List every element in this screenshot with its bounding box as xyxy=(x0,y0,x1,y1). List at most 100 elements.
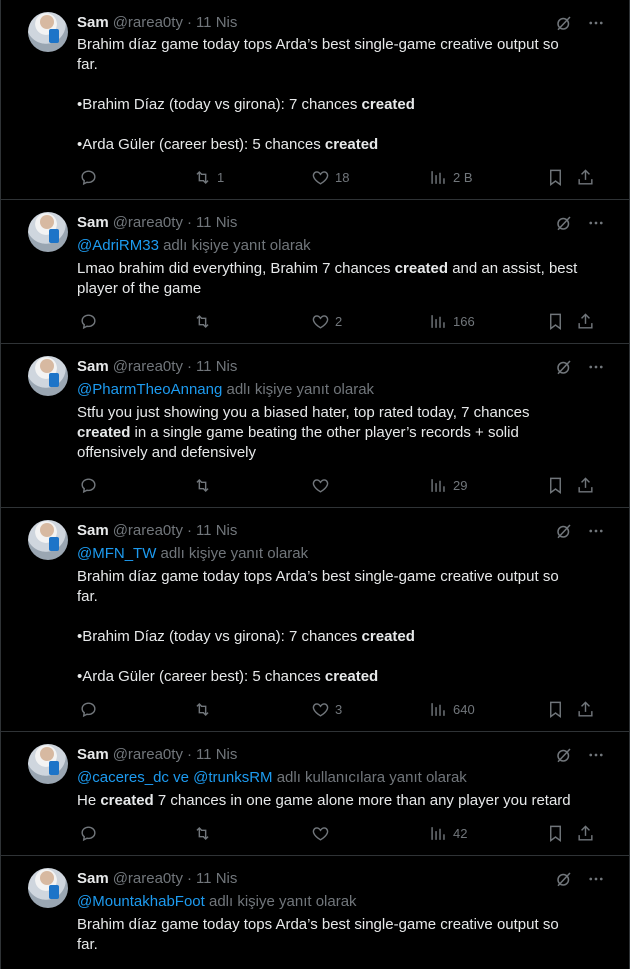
like-button[interactable] xyxy=(311,475,330,495)
tweet-text-line: •Arda Güler (career best): 5 chances cre… xyxy=(77,136,379,153)
views-button[interactable]: 2 B xyxy=(429,167,473,187)
grok-icon[interactable] xyxy=(555,358,573,376)
like-icon xyxy=(311,824,330,843)
author-name[interactable]: Sam xyxy=(77,14,109,31)
like-button[interactable]: 18 xyxy=(311,167,349,187)
like-button[interactable] xyxy=(311,823,330,843)
author-name[interactable]: Sam xyxy=(77,522,109,539)
tweet[interactable]: Sam @rarea0ty · 11 Nis @caceres_dc ve @t… xyxy=(1,732,629,856)
share-button[interactable] xyxy=(576,699,595,719)
bookmark-button[interactable] xyxy=(546,167,565,187)
avatar[interactable] xyxy=(28,744,68,784)
share-button[interactable] xyxy=(576,311,595,331)
author-handle[interactable]: @rarea0ty xyxy=(113,746,183,763)
tweet[interactable]: Sam @rarea0ty · 11 Nis @AdriRM33 adlı ki… xyxy=(1,200,629,344)
author-handle[interactable]: @rarea0ty xyxy=(113,14,183,31)
tweet-date[interactable]: 11 Nis xyxy=(196,14,237,31)
views-button[interactable]: 42 xyxy=(429,823,467,843)
retweet-button[interactable] xyxy=(193,823,212,843)
more-icon[interactable] xyxy=(587,214,605,232)
avatar[interactable] xyxy=(28,12,68,52)
tweet-header-icons xyxy=(555,358,605,376)
bookmark-icon xyxy=(546,476,565,495)
bookmark-button[interactable] xyxy=(546,311,565,331)
reply-icon xyxy=(79,700,98,719)
reply-icon xyxy=(79,824,98,843)
grok-icon[interactable] xyxy=(555,214,573,232)
tweet[interactable]: Sam @rarea0ty · 11 Nis @MountakhabFoot a… xyxy=(1,856,629,969)
views-button[interactable]: 166 xyxy=(429,311,475,331)
reply-button[interactable] xyxy=(79,823,98,843)
like-button[interactable]: 2 xyxy=(311,311,342,331)
views-button[interactable]: 640 xyxy=(429,699,475,719)
more-icon[interactable] xyxy=(587,870,605,888)
author-handle[interactable]: @rarea0ty xyxy=(113,522,183,539)
tweet-date[interactable]: 11 Nis xyxy=(196,522,237,539)
avatar[interactable] xyxy=(28,212,68,252)
tweet-date[interactable]: 11 Nis xyxy=(196,358,237,375)
grok-icon[interactable] xyxy=(555,522,573,540)
author-name[interactable]: Sam xyxy=(77,870,109,887)
share-button[interactable] xyxy=(576,167,595,187)
author-name[interactable]: Sam xyxy=(77,746,109,763)
timeline: Sam @rarea0ty · 11 Nis Brahim díaz game … xyxy=(0,0,630,969)
retweet-button[interactable] xyxy=(193,311,212,331)
reply-mention-link[interactable]: @caceres_dc xyxy=(77,769,169,786)
reply-mention-link[interactable]: @PharmTheoAnnang xyxy=(77,381,222,398)
grok-icon[interactable] xyxy=(555,14,573,32)
views-icon xyxy=(429,168,448,187)
share-button[interactable] xyxy=(576,823,595,843)
bookmark-button[interactable] xyxy=(546,699,565,719)
avatar[interactable] xyxy=(28,356,68,396)
tweet-text-line: •Brahim Díaz (today vs girona): 7 chance… xyxy=(77,628,415,645)
tweet-text: He created 7 chances in one game alone m… xyxy=(77,792,571,809)
reply-button[interactable] xyxy=(79,167,98,187)
reply-suffix: adlı kullanıcılara yanıt olarak xyxy=(272,769,467,786)
retweet-icon xyxy=(193,700,212,719)
share-button[interactable] xyxy=(576,475,595,495)
reply-button[interactable] xyxy=(79,699,98,719)
author-name[interactable]: Sam xyxy=(77,358,109,375)
tweet-text-line: •Brahim Díaz (today vs girona): 7 chance… xyxy=(77,96,415,113)
tweet-text-line: Brahim díaz game today tops Arda’s best … xyxy=(77,36,563,73)
reply-mention-link[interactable]: @MFN_TW xyxy=(77,545,156,562)
reply-icon xyxy=(79,168,98,187)
author-handle[interactable]: @rarea0ty xyxy=(113,214,183,231)
tweet[interactable]: Sam @rarea0ty · 11 Nis @MFN_TW adlı kişi… xyxy=(1,508,629,732)
more-icon[interactable] xyxy=(587,14,605,32)
tweet-actions: 2 166 xyxy=(77,311,613,331)
retweet-button[interactable] xyxy=(193,699,212,719)
more-icon[interactable] xyxy=(587,522,605,540)
tweet[interactable]: Sam @rarea0ty · 11 Nis Brahim díaz game … xyxy=(1,0,629,200)
grok-icon[interactable] xyxy=(555,870,573,888)
tweet-date[interactable]: 11 Nis xyxy=(196,870,237,887)
retweet-button[interactable]: 1 xyxy=(193,167,224,187)
tweet-date[interactable]: 11 Nis xyxy=(196,746,237,763)
tweet-date[interactable]: 11 Nis xyxy=(196,214,237,231)
tweet[interactable]: Sam @rarea0ty · 11 Nis @PharmTheoAnnang … xyxy=(1,344,629,508)
author-handle[interactable]: @rarea0ty xyxy=(113,870,183,887)
bookmark-button[interactable] xyxy=(546,823,565,843)
tweet-actions: 42 xyxy=(77,823,613,843)
bookmark-button[interactable] xyxy=(546,475,565,495)
reply-button[interactable] xyxy=(79,311,98,331)
like-button[interactable]: 3 xyxy=(311,699,342,719)
reply-button[interactable] xyxy=(79,475,98,495)
avatar[interactable] xyxy=(28,868,68,908)
grok-icon[interactable] xyxy=(555,746,573,764)
tweet-header-icons xyxy=(555,14,605,32)
more-icon[interactable] xyxy=(587,746,605,764)
author-handle[interactable]: @rarea0ty xyxy=(113,358,183,375)
views-button[interactable]: 29 xyxy=(429,475,467,495)
reply-mention-link[interactable]: @trunksRM xyxy=(193,769,272,786)
reply-mention-link[interactable]: @MountakhabFoot xyxy=(77,893,205,910)
reply-suffix: adlı kişiye yanıt olarak xyxy=(158,237,311,254)
like-count: 3 xyxy=(335,701,343,717)
avatar[interactable] xyxy=(28,520,68,560)
more-icon[interactable] xyxy=(587,358,605,376)
retweet-button[interactable] xyxy=(193,475,212,495)
retweet-icon xyxy=(193,312,212,331)
separator-dot: · xyxy=(186,521,192,539)
reply-mention-link[interactable]: @AdriRM33 xyxy=(77,237,159,254)
author-name[interactable]: Sam xyxy=(77,214,109,231)
